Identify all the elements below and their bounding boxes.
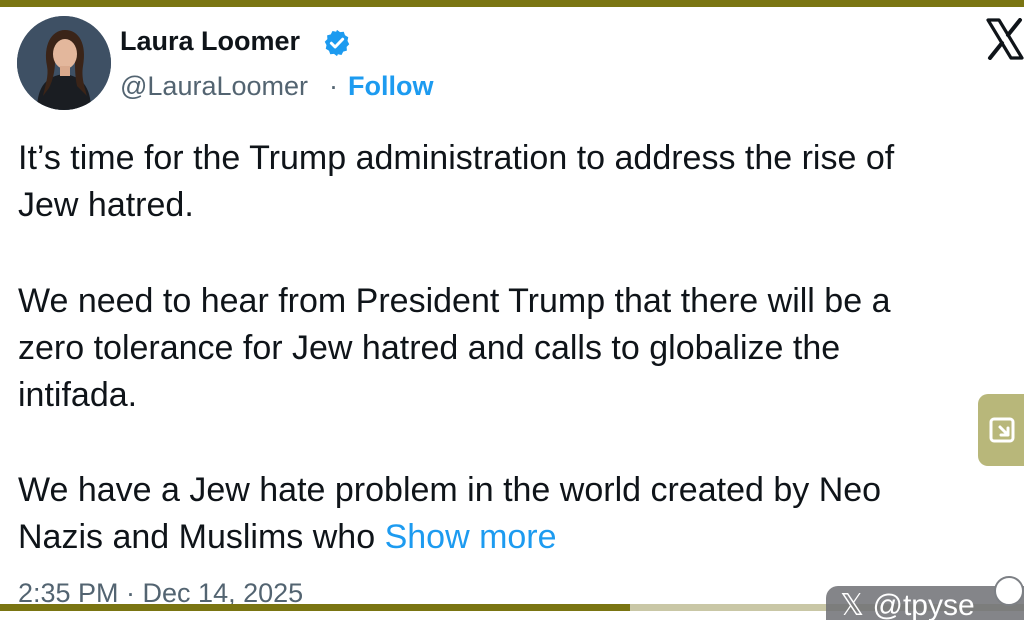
tweet-paragraph-2: We need to hear from President Trump tha… <box>18 278 890 419</box>
tweet-line: Jew hatred. <box>18 186 194 224</box>
avatar-image <box>17 16 111 110</box>
video-progress-fill <box>0 604 630 611</box>
tweet-line: We need to hear from President Trump tha… <box>18 282 891 320</box>
tweet-line-text: Nazis and Muslims who <box>18 518 376 556</box>
tweet-paragraph-3: We have a Jew hate problem in the world … <box>18 467 881 561</box>
tweet-line: zero tolerance for Jew hatred and calls … <box>18 329 841 367</box>
avatar[interactable] <box>17 16 111 110</box>
tweet-line: We have a Jew hate problem in the world … <box>18 471 882 509</box>
author-name[interactable]: Laura Loomer <box>120 26 300 57</box>
watermark-circle-icon <box>994 576 1024 606</box>
x-logo-icon[interactable] <box>986 18 1024 60</box>
tweet-paragraph-1: It’s time for the Trump administration t… <box>18 135 894 229</box>
video-top-progress-bar <box>0 0 1024 7</box>
show-more-link[interactable]: Show more <box>385 518 557 556</box>
handle-separator: · <box>329 71 338 101</box>
exit-fullscreen-icon <box>989 417 1015 443</box>
verified-badge-icon <box>324 29 350 57</box>
tweet-line: It’s time for the Trump administration t… <box>18 139 895 177</box>
author-handle[interactable]: @LauraLoomer <box>120 71 308 102</box>
follow-button[interactable]: Follow <box>348 71 433 102</box>
side-tab-button[interactable] <box>978 394 1024 466</box>
watermark-text: 𝕏 @tpyse <box>840 589 975 620</box>
tweet-line: Nazis and Muslims who Show more <box>18 514 881 561</box>
tweet-line: intifada. <box>18 376 138 414</box>
